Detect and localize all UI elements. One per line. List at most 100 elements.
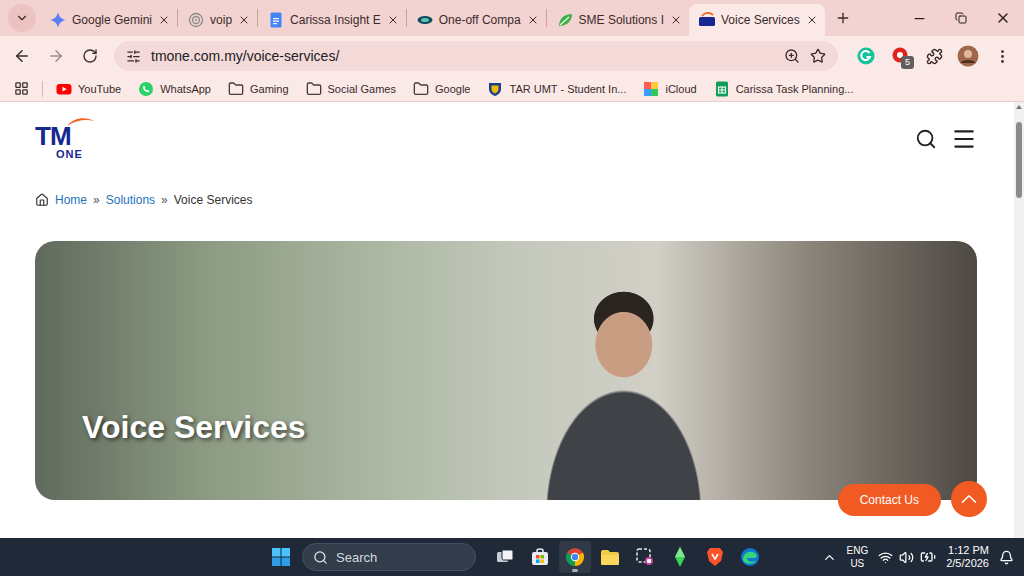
bookmark-item[interactable]: iCloud	[635, 78, 704, 100]
home-icon[interactable]	[35, 193, 49, 207]
close-icon[interactable]	[527, 14, 539, 26]
restore-button[interactable]	[940, 0, 982, 36]
search-icon[interactable]	[915, 128, 937, 150]
taskbar-app[interactable]	[629, 541, 661, 573]
screen: Google Gemini voip Carissa Insight E One-of…	[0, 0, 1024, 576]
scroll-to-top-button[interactable]	[951, 481, 987, 517]
forward-arrow-icon	[47, 47, 65, 65]
tab-search-button[interactable]	[8, 4, 36, 32]
wifi-icon	[878, 550, 893, 565]
tab-strip: Google Gemini voip Carissa Insight E One-of…	[0, 0, 1024, 36]
site-header: TMONE	[0, 102, 1014, 162]
close-button[interactable]	[982, 0, 1024, 36]
taskbar-app[interactable]	[699, 541, 731, 573]
close-icon[interactable]	[387, 14, 399, 26]
extensions-button[interactable]	[920, 42, 948, 70]
hamburger-menu-icon[interactable]	[951, 126, 977, 152]
grammarly-icon	[857, 47, 875, 65]
scrollbar[interactable]	[1014, 102, 1024, 538]
tab-divider	[257, 9, 258, 27]
extensions: 5	[852, 42, 1016, 70]
tab-label: Voice Services	[721, 13, 800, 27]
reload-icon	[82, 48, 98, 64]
taskbar-app[interactable]	[559, 541, 591, 573]
bookmark-item[interactable]: YouTube	[48, 78, 129, 100]
new-tab-button[interactable]	[829, 4, 857, 32]
tab-divider	[546, 9, 547, 27]
menu-button[interactable]	[988, 42, 1016, 70]
breadcrumb-item[interactable]: Solutions	[106, 193, 155, 207]
back-button[interactable]	[6, 40, 38, 72]
browser-tab[interactable]: SME Solutions I	[547, 4, 689, 36]
breadcrumb-item[interactable]: Home	[55, 193, 87, 207]
header-actions	[915, 126, 977, 152]
bookmark-star-icon[interactable]	[810, 48, 826, 64]
minimize-button[interactable]	[898, 0, 940, 36]
tab-label: voip	[210, 13, 232, 27]
taskbar-app[interactable]	[524, 541, 556, 573]
badge-extension[interactable]: 5	[886, 42, 914, 70]
logo-subtext: ONE	[56, 148, 83, 161]
taskbar-search[interactable]: Search	[302, 543, 476, 571]
reload-button[interactable]	[74, 40, 106, 72]
url-text: tmone.com.my/voice-services/	[151, 48, 774, 64]
web-page: TMONEHome»Solutions»Voice ServicesVoice …	[0, 102, 1024, 538]
zoom-icon[interactable]	[784, 48, 800, 64]
brave-icon	[704, 546, 726, 568]
tab-divider	[406, 9, 407, 27]
bookmark-label: WhatsApp	[160, 83, 211, 95]
hidden-icons-icon[interactable]	[822, 550, 837, 565]
browser-tab[interactable]: voip	[178, 4, 257, 36]
tab-label: SME Solutions I	[579, 13, 664, 27]
close-icon[interactable]	[158, 14, 170, 26]
browser-tab[interactable]: Voice Services	[689, 4, 825, 36]
system-tray: ENGUS 1:12 PM2/5/2026	[822, 544, 1024, 570]
grammarly-extension[interactable]	[852, 42, 880, 70]
bookmark-item[interactable]: Gaming	[220, 78, 297, 100]
bookmark-label: YouTube	[78, 83, 121, 95]
browser-tab[interactable]: Carissa Insight E	[258, 4, 406, 36]
sheets-icon	[714, 81, 730, 97]
gemini-icon	[50, 12, 66, 28]
scroll-up-arrow[interactable]	[1016, 105, 1022, 109]
tab-label: One-off Compa	[439, 13, 521, 27]
notification-bell-icon[interactable]	[999, 550, 1014, 565]
clock[interactable]: 1:12 PM2/5/2026	[944, 544, 991, 570]
snipping-tool-icon	[634, 546, 656, 568]
folder-icon	[228, 81, 244, 97]
taskbar-app[interactable]	[594, 541, 626, 573]
bookmark-item[interactable]: Carissa Task Planning...	[706, 78, 862, 100]
folder-icon	[413, 81, 429, 97]
taskbar-app[interactable]	[734, 541, 766, 573]
bookmark-item[interactable]: WhatsApp	[130, 78, 219, 100]
chevron-down-icon	[15, 11, 29, 25]
taskbar-app[interactable]	[664, 541, 696, 573]
scroll-thumb[interactable]	[1016, 122, 1022, 198]
tm-one-logo[interactable]: TMONE	[35, 118, 95, 161]
bookmark-item[interactable]: Google	[405, 78, 478, 100]
apps-button[interactable]	[6, 78, 37, 100]
puzzle-icon	[926, 48, 943, 65]
site-info-icon[interactable]	[126, 49, 141, 64]
browser-tab[interactable]: Google Gemini	[40, 4, 177, 36]
window-controls	[898, 0, 1024, 36]
start-button[interactable]	[265, 541, 297, 573]
close-icon[interactable]	[670, 14, 682, 26]
back-arrow-icon	[13, 47, 31, 65]
bookmark-separator	[42, 81, 43, 97]
address-bar[interactable]: tmone.com.my/voice-services/	[114, 41, 838, 71]
forward-button[interactable]	[40, 40, 72, 72]
extension-badge: 5	[901, 56, 914, 69]
taskbar-app[interactable]	[489, 541, 521, 573]
browser-tab[interactable]: One-off Compa	[407, 4, 546, 36]
bookmark-item[interactable]: Social Games	[298, 78, 404, 100]
close-icon[interactable]	[238, 14, 250, 26]
bookmark-item[interactable]: TAR UMT - Student In...	[479, 78, 634, 100]
quick-settings[interactable]	[878, 549, 936, 565]
file-explorer-icon	[599, 546, 621, 568]
language-indicator[interactable]: ENGUS	[845, 544, 871, 570]
close-icon[interactable]	[806, 14, 818, 26]
contact-us-button[interactable]: Contact Us	[838, 484, 941, 516]
profile-button[interactable]	[954, 42, 982, 70]
tab-label: Google Gemini	[72, 13, 152, 27]
